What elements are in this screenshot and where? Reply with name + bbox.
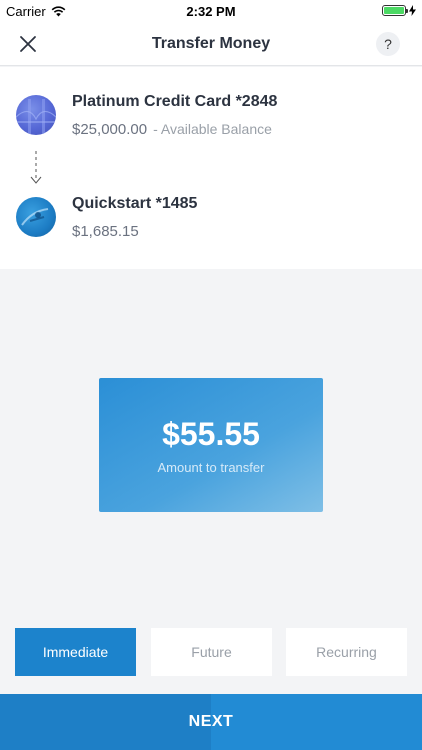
bridge-image-icon	[16, 99, 56, 135]
battery-icon	[382, 5, 408, 16]
to-account-name: Quickstart *1485	[72, 195, 198, 212]
amount-value: $55.55	[162, 416, 260, 452]
next-button[interactable]: NEXT	[0, 694, 422, 750]
help-button[interactable]: ?	[376, 32, 400, 56]
surfer-image-icon	[21, 208, 49, 226]
to-account-balance: $1,685.15	[72, 223, 139, 240]
option-recurring[interactable]: Recurring	[286, 628, 407, 676]
to-account[interactable]: Quickstart *1485 $1,685.15	[0, 191, 422, 251]
arrow-down-icon	[30, 151, 42, 184]
option-future[interactable]: Future	[151, 628, 272, 676]
from-account-balance-row: $25,000.00 - Available Balance	[72, 121, 272, 138]
accounts-panel: Platinum Credit Card *2848 $25,000.00 - A…	[0, 67, 422, 269]
available-balance-label: - Available Balance	[153, 121, 272, 137]
to-account-avatar	[16, 197, 56, 237]
status-bar: Carrier 2:32 PM	[0, 0, 422, 22]
from-account-balance: $25,000.00	[72, 121, 148, 138]
from-account-avatar	[16, 95, 56, 135]
from-account[interactable]: Platinum Credit Card *2848 $25,000.00 - A…	[0, 89, 422, 149]
page-title: Transfer Money	[151, 35, 271, 52]
status-right	[382, 5, 416, 16]
option-immediate[interactable]: Immediate	[15, 628, 136, 676]
schedule-options: Immediate Future Recurring	[15, 628, 407, 676]
from-account-name: Platinum Credit Card *2848	[72, 93, 278, 110]
charging-bolt-icon	[409, 5, 416, 16]
amount-card[interactable]: $55.55 Amount to transfer	[99, 378, 323, 512]
amount-label: Amount to transfer	[157, 460, 265, 475]
status-time: 2:32 PM	[186, 4, 236, 19]
nav-bar: Transfer Money ?	[0, 22, 422, 66]
